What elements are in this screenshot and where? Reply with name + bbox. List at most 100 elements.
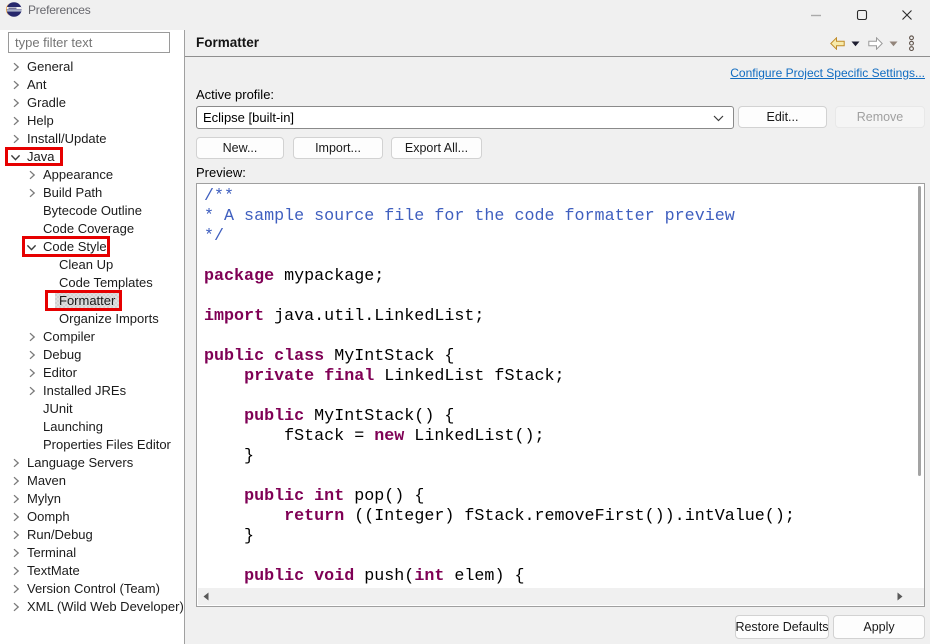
chevron-right-icon[interactable] <box>8 508 23 526</box>
maximize-button[interactable] <box>839 0 885 30</box>
chevron-right-icon[interactable] <box>8 472 23 490</box>
chevron-spacer <box>40 256 55 274</box>
titlebar: Preferences <box>0 0 930 30</box>
tree-item-language-servers[interactable]: Language Servers <box>0 454 184 472</box>
view-menu-icon[interactable] <box>907 35 916 52</box>
tree-item-build-path[interactable]: Build Path <box>0 184 184 202</box>
forward-history-caret-icon[interactable] <box>889 41 898 47</box>
chevron-right-icon[interactable] <box>8 58 23 76</box>
tree-item-install-update[interactable]: Install/Update <box>0 130 184 148</box>
chevron-right-icon[interactable] <box>8 130 23 148</box>
chevron-right-icon[interactable] <box>8 94 23 112</box>
tree-item-general[interactable]: General <box>0 58 184 76</box>
tree-item-label: Clean Up <box>55 256 117 274</box>
tree-item-label: Run/Debug <box>23 526 97 544</box>
tree-item-label: XML (Wild Web Developer) <box>23 598 188 616</box>
tree-item-mylyn[interactable]: Mylyn <box>0 490 184 508</box>
tree-item-xml-wild-web-developer[interactable]: XML (Wild Web Developer) <box>0 598 184 616</box>
tree-item-junit[interactable]: JUnit <box>0 400 184 418</box>
scroll-left-icon[interactable] <box>203 592 209 601</box>
vertical-scrollbar-thumb[interactable] <box>918 186 921 476</box>
tree-item-code-style[interactable]: Code Style <box>0 238 184 256</box>
tree-item-label: Organize Imports <box>55 310 163 328</box>
chevron-right-icon[interactable] <box>8 454 23 472</box>
code-line <box>204 467 795 487</box>
formatter-page: Formatter Configure Project Specific Set… <box>185 30 930 644</box>
horizontal-scrollbar[interactable] <box>198 588 925 605</box>
tree-item-oomph[interactable]: Oomph <box>0 508 184 526</box>
forward-arrow-icon[interactable] <box>868 37 883 50</box>
minimize-button[interactable] <box>793 0 839 30</box>
tree-item-label: Code Coverage <box>39 220 138 238</box>
window-title: Preferences <box>28 0 91 21</box>
chevron-right-icon[interactable] <box>8 112 23 130</box>
tree-item-label: Ant <box>23 76 51 94</box>
chevron-right-icon[interactable] <box>8 544 23 562</box>
chevron-down-icon[interactable] <box>24 238 39 256</box>
tree-item-help[interactable]: Help <box>0 112 184 130</box>
tree-item-label: Maven <box>23 472 70 490</box>
back-arrow-icon[interactable] <box>830 37 845 50</box>
chevron-right-icon[interactable] <box>8 562 23 580</box>
tree-item-label: Build Path <box>39 184 106 202</box>
chevron-down-icon[interactable] <box>8 148 23 166</box>
chevron-right-icon[interactable] <box>8 580 23 598</box>
tree-item-terminal[interactable]: Terminal <box>0 544 184 562</box>
tree-item-run-debug[interactable]: Run/Debug <box>0 526 184 544</box>
tree-item-gradle[interactable]: Gradle <box>0 94 184 112</box>
chevron-right-icon[interactable] <box>24 166 39 184</box>
export-all-button[interactable]: Export All... <box>391 137 482 159</box>
tree-item-bytecode-outline[interactable]: Bytecode Outline <box>0 202 184 220</box>
scroll-right-icon[interactable] <box>897 592 903 601</box>
tree-item-java[interactable]: Java <box>0 148 184 166</box>
new-button[interactable]: New... <box>196 137 284 159</box>
preference-tree: GeneralAntGradleHelpInstall/UpdateJavaAp… <box>0 58 184 616</box>
tree-item-maven[interactable]: Maven <box>0 472 184 490</box>
import-button[interactable]: Import... <box>293 137 383 159</box>
tree-item-clean-up[interactable]: Clean Up <box>0 256 184 274</box>
chevron-right-icon[interactable] <box>24 364 39 382</box>
tree-item-textmate[interactable]: TextMate <box>0 562 184 580</box>
tree-item-editor[interactable]: Editor <box>0 364 184 382</box>
tree-item-label: Language Servers <box>23 454 137 472</box>
chevron-right-icon[interactable] <box>24 184 39 202</box>
tree-item-version-control-team[interactable]: Version Control (Team) <box>0 580 184 598</box>
profile-select[interactable]: Eclipse [built-in] <box>196 106 734 129</box>
tree-item-label: Mylyn <box>23 490 65 508</box>
chevron-right-icon[interactable] <box>8 598 23 616</box>
tree-item-formatter[interactable]: Formatter <box>0 292 184 310</box>
chevron-right-icon[interactable] <box>8 526 23 544</box>
tree-item-code-coverage[interactable]: Code Coverage <box>0 220 184 238</box>
code-line <box>204 287 795 307</box>
tree-item-properties-files-editor[interactable]: Properties Files Editor <box>0 436 184 454</box>
tree-item-ant[interactable]: Ant <box>0 76 184 94</box>
restore-defaults-button[interactable]: Restore Defaults <box>735 615 829 639</box>
back-history-caret-icon[interactable] <box>851 41 860 47</box>
remove-button[interactable]: Remove <box>835 106 925 128</box>
tree-item-code-templates[interactable]: Code Templates <box>0 274 184 292</box>
tree-item-organize-imports[interactable]: Organize Imports <box>0 310 184 328</box>
tree-item-launching[interactable]: Launching <box>0 418 184 436</box>
tree-item-label: General <box>23 58 77 76</box>
chevron-right-icon[interactable] <box>8 76 23 94</box>
code-preview: /*** A sample source file for the code f… <box>196 183 925 607</box>
chevron-right-icon[interactable] <box>24 328 39 346</box>
chevron-right-icon[interactable] <box>24 382 39 400</box>
minimize-icon <box>810 9 822 21</box>
close-button[interactable] <box>884 0 930 30</box>
tree-item-installed-jres[interactable]: Installed JREs <box>0 382 184 400</box>
tree-item-compiler[interactable]: Compiler <box>0 328 184 346</box>
preview-label: Preview: <box>196 165 246 180</box>
tree-item-appearance[interactable]: Appearance <box>0 166 184 184</box>
chevron-right-icon[interactable] <box>8 490 23 508</box>
tree-item-label: Formatter <box>55 292 119 310</box>
chevron-right-icon[interactable] <box>24 346 39 364</box>
tree-item-debug[interactable]: Debug <box>0 346 184 364</box>
tree-item-label: JUnit <box>39 400 77 418</box>
filter-input[interactable] <box>8 32 170 53</box>
chevron-spacer <box>24 202 39 220</box>
edit-button[interactable]: Edit... <box>738 106 827 128</box>
tree-item-label: Version Control (Team) <box>23 580 164 598</box>
configure-project-settings-link[interactable]: Configure Project Specific Settings... <box>730 66 925 80</box>
apply-button[interactable]: Apply <box>833 615 925 639</box>
